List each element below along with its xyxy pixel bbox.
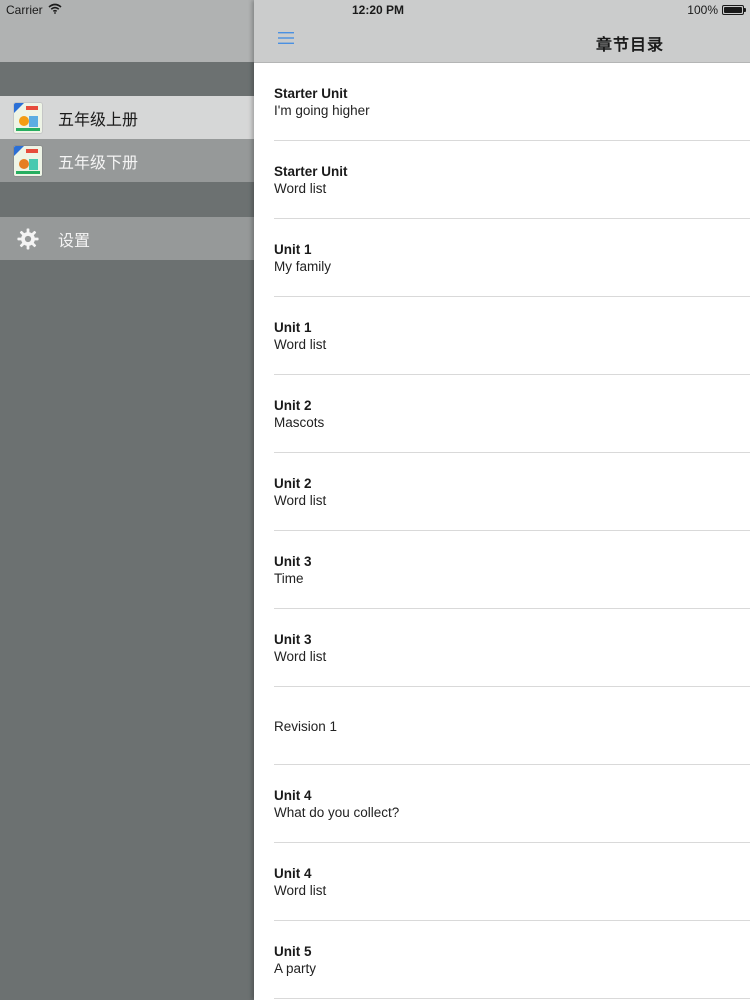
status-right: 100% xyxy=(687,3,746,17)
chapter-title: Unit 1 xyxy=(274,320,312,335)
status-bar: Carrier 12:20 PM 100% xyxy=(0,0,750,20)
chapter-subtitle: A party xyxy=(274,961,317,976)
chapter-subtitle: Word list xyxy=(274,649,327,664)
sidebar-item-label: 五年级上册 xyxy=(58,111,139,129)
chapter-subtitle: Time xyxy=(274,571,304,586)
book-cover-icon xyxy=(14,145,42,176)
chapter-subtitle: Word list xyxy=(274,493,327,508)
status-time: 12:20 PM xyxy=(352,3,405,17)
chapter-subtitle: Mascots xyxy=(274,415,325,430)
chapter-subtitle: I'm going higher xyxy=(274,103,370,118)
chapter-list: Starter Unit I'm going higher Starter Un… xyxy=(254,63,750,999)
chapter-subtitle: Revision 1 xyxy=(274,718,338,734)
sidebar-item-label: 设置 xyxy=(58,232,91,250)
status-left: Carrier xyxy=(6,3,62,17)
chapter-title: Starter Unit xyxy=(274,164,348,179)
wifi-icon xyxy=(48,3,62,17)
battery-fill xyxy=(724,7,742,13)
chapter-title: Unit 2 xyxy=(274,398,312,413)
sidebar-item-grade5-vol1[interactable]: 五年级上册 xyxy=(0,96,254,139)
chapter-title: Starter Unit xyxy=(274,86,348,101)
chapter-title: Unit 1 xyxy=(274,242,312,257)
sidebar-item-grade5-vol2[interactable]: 五年级下册 xyxy=(0,139,254,182)
chapter-title: Unit 3 xyxy=(274,632,312,647)
chapter-title: Unit 4 xyxy=(274,788,312,803)
menu-button[interactable] xyxy=(274,29,298,51)
chapter-subtitle: Word list xyxy=(274,181,327,196)
carrier-label: Carrier xyxy=(6,3,43,17)
chapter-panel: 章节目录 Starter Unit I'm going higher Start… xyxy=(254,0,750,1000)
sidebar: 五年级上册 五年级下册 设置 xyxy=(0,0,254,1000)
chapter-row[interactable]: Unit 3 Word list xyxy=(254,609,750,687)
chapter-row[interactable]: Starter Unit Word list xyxy=(254,141,750,219)
chapter-subtitle: Word list xyxy=(274,883,327,898)
chapter-row[interactable]: Unit 1 My family xyxy=(254,219,750,297)
battery-percent: 100% xyxy=(687,3,718,17)
chapter-row[interactable]: Unit 4 What do you collect? xyxy=(254,765,750,843)
chapter-title: Unit 2 xyxy=(274,476,312,491)
chapter-row[interactable]: Unit 1 Word list xyxy=(254,297,750,375)
chapter-subtitle: Word list xyxy=(274,337,327,352)
chapter-title: Unit 3 xyxy=(274,554,312,569)
hamburger-menu-icon xyxy=(277,31,295,50)
chapter-row[interactable]: Unit 2 Word list xyxy=(254,453,750,531)
chapter-row[interactable]: Unit 2 Mascots xyxy=(254,375,750,453)
battery-icon xyxy=(722,5,746,15)
sidebar-item-settings[interactable]: 设置 xyxy=(0,217,254,260)
chapter-subtitle: My family xyxy=(274,259,331,274)
chapter-row[interactable]: Unit 4 Word list xyxy=(254,843,750,921)
chapter-row[interactable]: Starter Unit I'm going higher xyxy=(254,63,750,141)
book-cover-icon xyxy=(14,102,42,133)
chapter-row[interactable]: Unit 5 A party xyxy=(254,921,750,999)
chapter-subtitle: What do you collect? xyxy=(274,805,400,820)
page-title: 章节目录 xyxy=(596,37,665,54)
gear-icon xyxy=(14,225,42,253)
sidebar-item-label: 五年级下册 xyxy=(58,154,139,172)
chapter-title: Unit 4 xyxy=(274,866,312,881)
chapter-row[interactable]: Revision 1 xyxy=(254,687,750,765)
chapter-row[interactable]: Unit 3 Time xyxy=(254,531,750,609)
chapter-title: Unit 5 xyxy=(274,944,312,959)
